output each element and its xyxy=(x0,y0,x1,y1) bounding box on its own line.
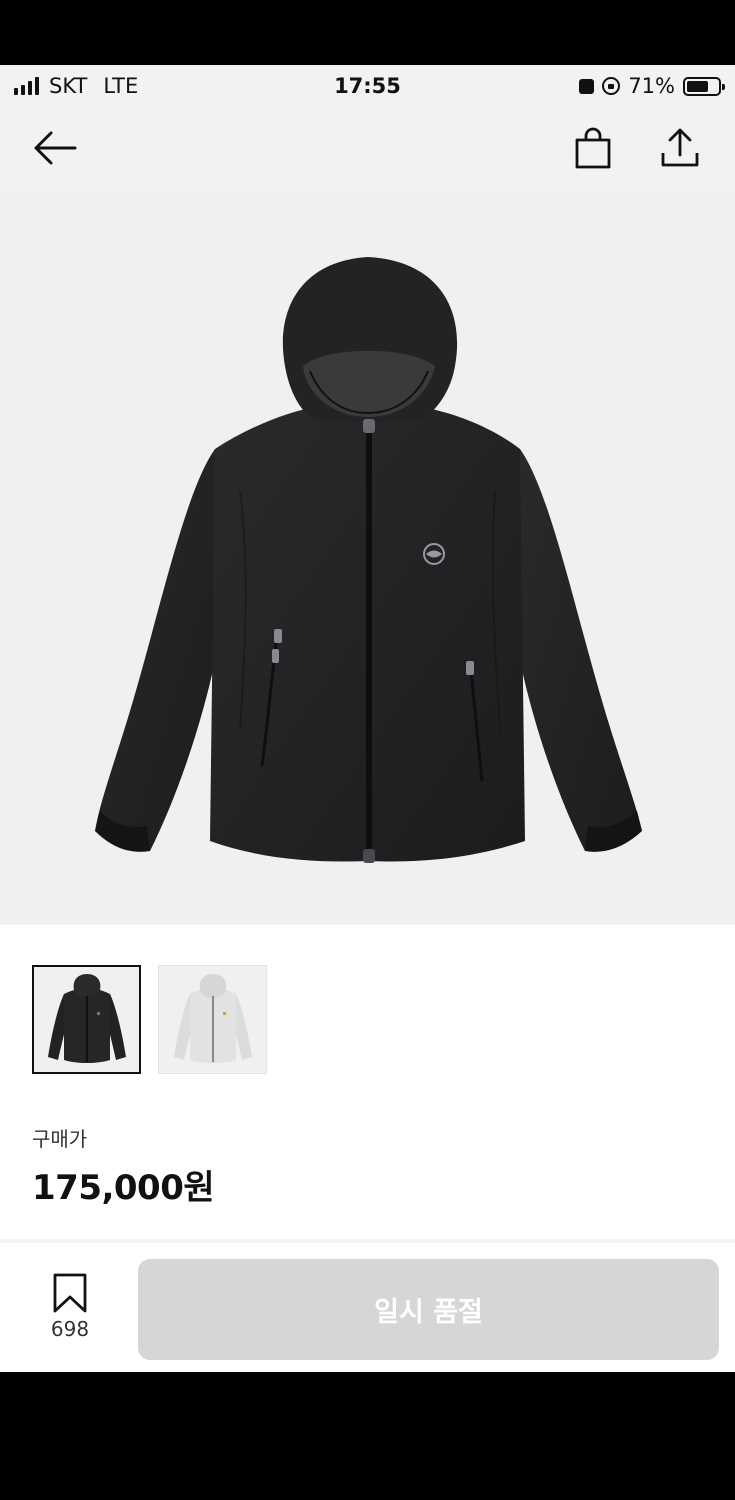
recording-icon xyxy=(579,78,595,94)
price-label: 구매가 xyxy=(32,1127,88,1151)
bookmark-icon xyxy=(53,1273,87,1313)
back-button[interactable] xyxy=(30,125,80,171)
thumbnail-light-gray-image xyxy=(173,974,252,1063)
thumbnail-black-image xyxy=(47,974,126,1063)
battery-percent: 71% xyxy=(628,74,675,98)
status-bar: SKT LTE 17:55 71% xyxy=(0,65,735,107)
thumbnail-list xyxy=(32,965,267,1074)
battery-fill xyxy=(687,80,709,92)
back-arrow-icon xyxy=(34,131,77,165)
cart-button[interactable] xyxy=(568,125,618,171)
thumbnail-black[interactable] xyxy=(32,965,141,1074)
thumbnail-light-gray[interactable] xyxy=(158,965,267,1074)
bookmark-button[interactable]: 698 xyxy=(30,1273,110,1341)
bookmark-count: 698 xyxy=(50,1317,90,1341)
share-button[interactable] xyxy=(655,125,705,171)
product-image[interactable] xyxy=(0,191,735,925)
status-right: 71% xyxy=(579,74,725,98)
nav-bar xyxy=(0,107,735,191)
share-icon xyxy=(661,128,699,167)
bottom-letterbox xyxy=(0,1372,735,1500)
shopping-bag-icon xyxy=(575,127,611,169)
sold-out-button[interactable]: 일시 품절 xyxy=(138,1259,719,1360)
app-screen: SKT LTE 17:55 71% 구매가 175,000원 698 일시 품절 xyxy=(0,65,735,1372)
top-letterbox xyxy=(0,0,735,65)
orientation-lock-icon xyxy=(602,77,621,95)
jacket-image xyxy=(95,257,642,863)
price-value: 175,000원 xyxy=(32,1168,215,1208)
section-divider xyxy=(0,1239,735,1243)
battery-icon xyxy=(683,76,725,96)
